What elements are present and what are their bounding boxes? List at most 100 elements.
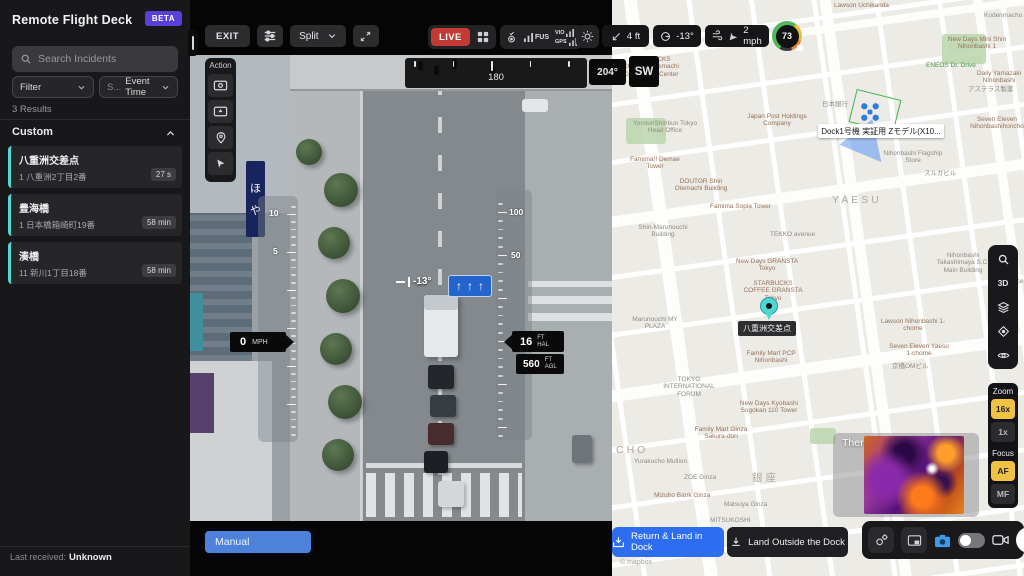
land-outside-dock-button[interactable]: Land Outside the Dock: [727, 527, 848, 557]
drone-name-label[interactable]: Dock1号機 実証用 Zモデル(X10...: [818, 124, 944, 138]
search-incidents-box[interactable]: [12, 46, 178, 72]
map-label: Lawson Uchikanda: [834, 2, 889, 9]
map-recenter-button[interactable]: [991, 320, 1015, 342]
map-label: Famima Sopia Tower: [710, 203, 771, 210]
map-3d-button[interactable]: 3D: [991, 272, 1015, 294]
chevron-up-icon[interactable]: [165, 128, 176, 139]
picture-in-picture-button[interactable]: [901, 527, 927, 553]
search-icon: [997, 253, 1010, 266]
stream-share-button[interactable]: [208, 100, 233, 123]
app-title: Remote Flight Deck: [12, 13, 133, 27]
wind-icon: [712, 30, 724, 42]
brightness-button[interactable]: [576, 25, 599, 48]
map-label: Marunouchi MY PLAZA: [632, 316, 678, 331]
speed-unit: MPH: [252, 338, 268, 346]
chevron-down-icon: [161, 83, 170, 92]
compass-strip: 180: [405, 58, 587, 88]
speed-tick: [291, 266, 296, 269]
media-capture-button[interactable]: [208, 74, 233, 97]
exit-button[interactable]: EXIT: [205, 25, 251, 47]
speed-tick: [291, 350, 296, 352]
speed-tick: [291, 320, 296, 322]
return-land-dock-button[interactable]: Return & Land in Dock: [612, 527, 724, 557]
thermal-image: [864, 436, 964, 514]
flight-mode-manual-button[interactable]: Manual: [205, 531, 311, 553]
drone-icon[interactable]: [860, 102, 880, 122]
video-camera-icon[interactable]: [992, 533, 1009, 547]
exit-label: EXIT: [216, 30, 240, 42]
heading-value: 204°: [597, 66, 618, 78]
fly-to-button[interactable]: [208, 152, 233, 175]
filter-dropdown[interactable]: Filter: [12, 76, 94, 98]
focus-mf-button[interactable]: MF: [991, 484, 1015, 504]
map-label: New Days Mini Shin Nihonbashi 1: [947, 36, 1007, 51]
focus-af-button[interactable]: AF: [991, 461, 1015, 481]
live-status-pill: LIVE: [428, 25, 496, 49]
grid-view-button[interactable]: [473, 28, 493, 46]
map-visibility-button[interactable]: [991, 344, 1015, 366]
fus-label: FUS: [535, 33, 549, 41]
zoom-1x-button[interactable]: 1x: [991, 422, 1015, 442]
layout-split-dropdown[interactable]: Split: [290, 25, 346, 47]
search-input[interactable]: [38, 53, 170, 65]
sensor-status-pill: FUS VIO GPS: [500, 25, 582, 49]
compass-tick: [568, 61, 570, 67]
vehicle-truck-cab: [424, 295, 458, 310]
vehicle: [428, 423, 454, 445]
return-dock-label: Return & Land in Dock: [631, 531, 703, 553]
incident-card[interactable]: 八重洲交差点 1 八重洲2丁目2番 27 s: [8, 146, 182, 188]
map-label: Nihonbashi Flagship Store: [883, 150, 943, 165]
speed-tick: [291, 426, 296, 428]
adjustments-button[interactable]: [257, 25, 284, 47]
map-layers-button[interactable]: [991, 296, 1015, 318]
waypoint-button[interactable]: [208, 126, 233, 149]
action-panel-title: Action: [209, 61, 232, 70]
map-search-button[interactable]: [991, 248, 1015, 270]
last-received-value: Unknown: [69, 552, 112, 563]
incident-time-badge: 58 min: [141, 264, 176, 277]
incident-card[interactable]: 豊海橋 1 日本橋箱崎町19番 58 min: [8, 194, 182, 236]
speed-tick: [291, 418, 296, 421]
incident-map-pin[interactable]: [760, 297, 778, 321]
wind-arrow-icon: [729, 32, 738, 41]
incident-time-badge: 27 s: [150, 168, 176, 181]
live-badge[interactable]: LIVE: [431, 28, 470, 46]
capture-mode-toggle[interactable]: [958, 532, 985, 548]
alt-tick: [498, 306, 503, 308]
speed-tick: [291, 259, 296, 261]
map-panel[interactable]: Lawson Uchikanda Kodenmacho New Days Mini …: [612, 0, 1024, 576]
speed-tick: [291, 304, 296, 307]
photo-camera-icon[interactable]: [934, 533, 951, 548]
tree: [318, 227, 350, 259]
incident-title: 八重洲交差点: [19, 156, 79, 167]
alt-tick: [498, 289, 503, 291]
vehicle: [438, 481, 464, 507]
map-tools: 3D: [988, 245, 1018, 369]
speed-tick: [291, 373, 296, 375]
street-scene: [190, 55, 612, 521]
cursor-icon: [214, 157, 227, 170]
vio-label: VIO: [555, 29, 565, 36]
map-label: Matsuya Ginza: [724, 501, 768, 508]
alt-tick: [498, 228, 503, 231]
sliders-icon: [263, 29, 277, 43]
alt-tick: [498, 383, 507, 386]
alt-tick: [498, 254, 507, 257]
sidebar-collapse-handle[interactable]: [188, 30, 198, 56]
altitude-value: 4 ft: [626, 30, 641, 42]
camera-settings-button[interactable]: [868, 527, 894, 553]
vehicle: [430, 395, 456, 417]
agl-unit-agl: AGL: [544, 364, 557, 370]
speed-tick: [291, 388, 296, 390]
map-label: CHO: [616, 444, 649, 456]
incident-card[interactable]: 湊橋 11 新川1丁目18番 58 min: [8, 242, 182, 284]
crosswalk: [528, 281, 612, 321]
fullscreen-button[interactable]: [352, 25, 379, 47]
thermal-preview[interactable]: Thermal: [833, 433, 979, 517]
tree: [320, 333, 352, 365]
sort-dropdown[interactable]: S... Event Time: [99, 76, 178, 98]
shutter-button[interactable]: [1016, 527, 1024, 553]
vehicle: [424, 451, 448, 473]
zoom-16x-button[interactable]: 16x: [991, 399, 1015, 419]
compass-tick-label: 180: [488, 72, 504, 83]
